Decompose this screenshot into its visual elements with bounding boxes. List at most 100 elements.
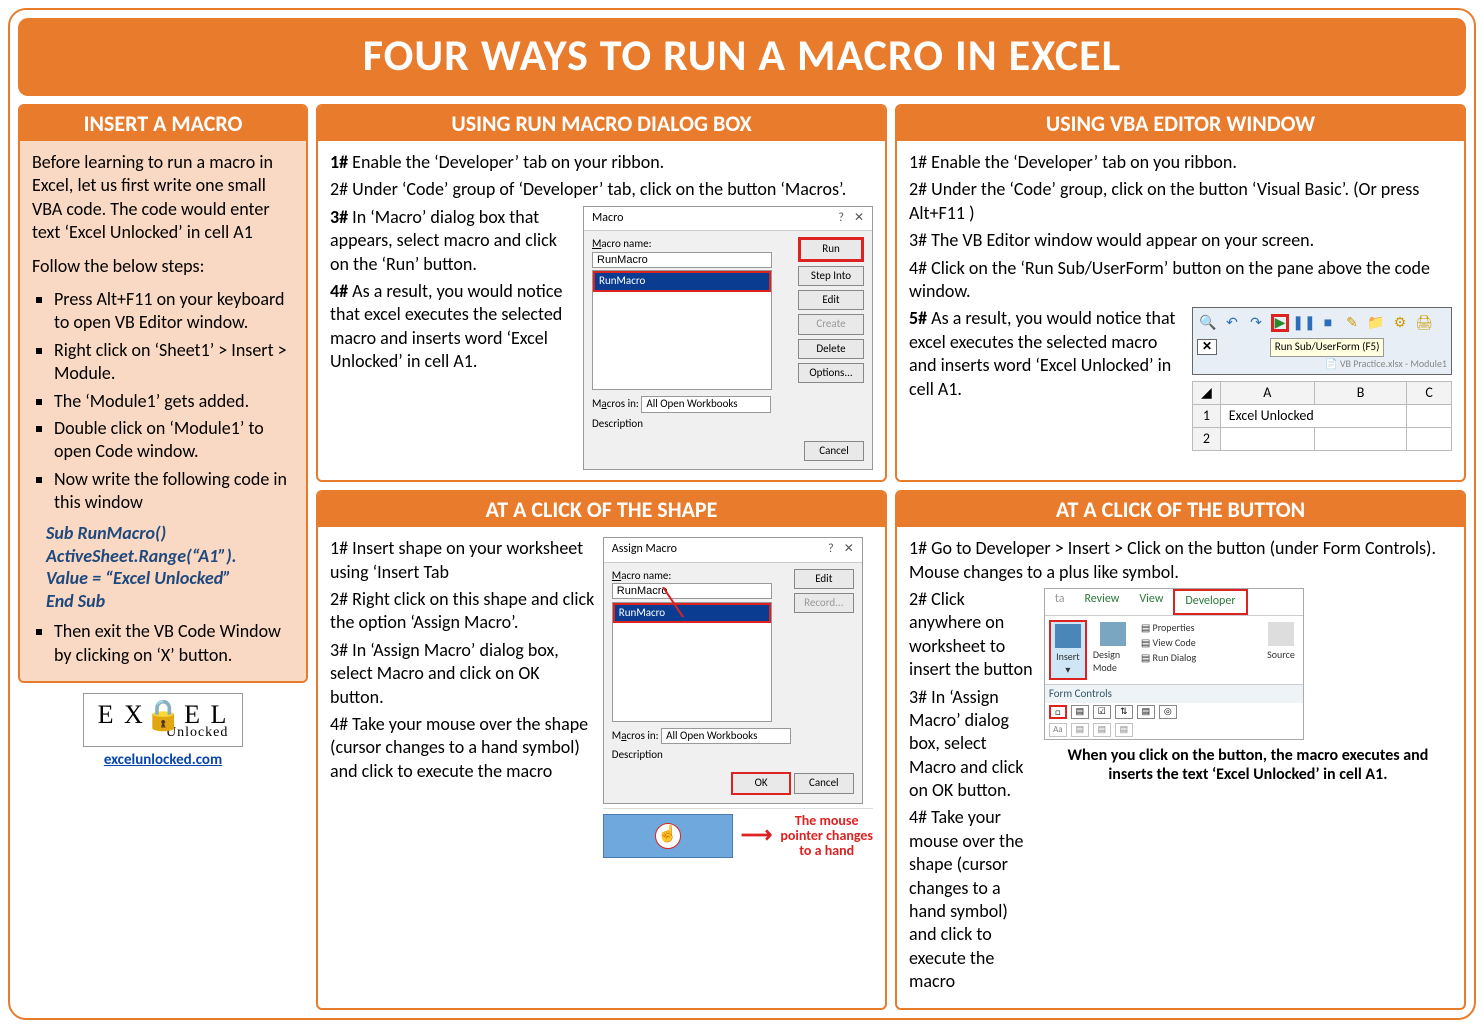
dialog-content: Edit Record... Macro name: RunMacro Macr… (604, 563, 862, 768)
control-icon[interactable]: Aa (1049, 723, 1067, 737)
step: Then exit the VB Code Window by clicking… (54, 620, 294, 667)
tab-view[interactable]: View (1129, 589, 1173, 615)
properties-icon[interactable]: ⚙ (1391, 314, 1409, 332)
panel-body: 1# Enable the ‘Developer’ tab on your ri… (318, 141, 885, 480)
control-icon[interactable]: ▤ (1115, 723, 1133, 737)
cancel-button[interactable]: Cancel (804, 441, 864, 461)
step: Now write the following code in this win… (54, 468, 294, 515)
dialog-footer: Cancel (584, 437, 872, 469)
macro-list-item[interactable]: RunMacro (613, 603, 771, 623)
left-column: INSERT A MACRO Before learning to run a … (18, 104, 308, 1010)
ribbon-props: ▤ Properties ▤ View Code ▤ Run Dialog (1141, 620, 1196, 665)
module-caption: 📄 VB Practice.xlsx - Module1 (1197, 357, 1447, 370)
macros-in-row: Macros in: All Open Workbooks (592, 396, 864, 412)
step-into-button[interactable]: Step Into (798, 266, 864, 286)
tab[interactable]: ta (1045, 589, 1075, 615)
step: 1# Go to Developer > Insert > Click on t… (909, 537, 1452, 584)
button-control-icon[interactable]: □ (1049, 705, 1067, 719)
panel-header: AT A CLICK OF THE SHAPE (318, 492, 885, 527)
main-title: FOUR WAYS TO RUN A MACRO IN EXCEL (18, 18, 1466, 96)
hand-caption: The mouse pointer changes to a hand (780, 813, 873, 859)
control-icon[interactable]: ▤ (1071, 723, 1089, 737)
ok-button[interactable]: OK (731, 772, 791, 794)
vba-toolbar: 🔍 ↶ ↷ ▶ ❚❚ ■ ✎ 📁 ⚙ 🖨 (1192, 307, 1452, 374)
properties-item[interactable]: ▤ Properties (1141, 620, 1196, 635)
worksheet-shape[interactable]: ☝ (603, 814, 733, 858)
run-button[interactable]: Run (798, 237, 864, 261)
developer-ribbon: ta Review View Developer Insert ▾ (1044, 588, 1304, 740)
macros-in-select[interactable]: All Open Workbooks (661, 728, 791, 744)
view-code-item[interactable]: ▤ View Code (1141, 635, 1196, 650)
tab-developer[interactable]: Developer (1173, 589, 1247, 615)
edit-button[interactable]: Edit (794, 569, 854, 589)
undo-icon[interactable]: ↶ (1223, 314, 1241, 332)
close-sub-icon[interactable]: ✕ (1197, 339, 1217, 355)
design-icon[interactable]: ✎ (1343, 314, 1361, 332)
panel-body: 1# Enable the ‘Developer’ tab on you rib… (897, 141, 1464, 480)
dialog-title: Assign Macro (612, 542, 677, 558)
steps-list: Press Alt+F11 on your keyboard to open V… (32, 288, 294, 515)
object-icon[interactable]: 🖨 (1415, 314, 1433, 332)
panel-click-shape: AT A CLICK OF THE SHAPE 1# Insert shape … (316, 490, 887, 1009)
chevron-down-icon: ▾ (1065, 663, 1070, 676)
step: 4# Click on the ‘Run Sub/UserForm’ butto… (909, 257, 1452, 304)
step: 3# In ‘Assign Macro’ dialog box, select … (909, 686, 1036, 803)
macro-listbox[interactable]: RunMacro (612, 602, 772, 722)
cell (1314, 428, 1406, 451)
help-icon[interactable]: ? (828, 542, 834, 558)
run-sub-icon[interactable]: ▶ (1271, 314, 1289, 332)
macros-in-row: Macros in: All Open Workbooks (612, 728, 854, 744)
source-button[interactable]: Source (1263, 620, 1299, 663)
step: 1# Enable the ‘Developer’ tab on your ri… (330, 151, 873, 174)
step: The ‘Module1’ gets added. (54, 390, 294, 413)
insert-button[interactable]: Insert ▾ (1049, 620, 1087, 680)
cell (1407, 404, 1452, 427)
tab-review[interactable]: Review (1074, 589, 1129, 615)
form-controls-label: Form Controls (1045, 684, 1303, 703)
project-icon[interactable]: 📁 (1367, 314, 1385, 332)
result-caption: When you click on the button, the macro … (1044, 746, 1452, 784)
redo-icon[interactable]: ↷ (1247, 314, 1265, 332)
macro-name-input[interactable] (592, 252, 772, 268)
macro-list-item[interactable]: RunMacro (593, 271, 771, 291)
panel-run-dialog: USING RUN MACRO DIALOG BOX 1# Enable the… (316, 104, 887, 482)
combo-control-icon[interactable]: ▤ (1071, 705, 1089, 719)
pause-icon[interactable]: ❚❚ (1295, 314, 1313, 332)
cancel-button[interactable]: Cancel (794, 773, 854, 793)
panel-body: 1# Go to Developer > Insert > Click on t… (897, 527, 1464, 1007)
delete-button[interactable]: Delete (798, 339, 864, 359)
spinner-control-icon[interactable]: ⇅ (1115, 705, 1133, 719)
macros-in-label: Macros in: (612, 729, 659, 742)
panel-click-button: AT A CLICK OF THE BUTTON 1# Go to Develo… (895, 490, 1466, 1009)
listbox-control-icon[interactable]: ▤ (1137, 705, 1155, 719)
text-col: 5# As a result, you would notice that ex… (909, 307, 1184, 451)
find-icon[interactable]: 🔍 (1199, 314, 1217, 332)
macro-name-input[interactable] (612, 583, 772, 599)
close-icon[interactable]: ✕ (854, 211, 864, 227)
follow-text: Follow the below steps: (32, 255, 294, 278)
macros-in-label: Macros in: (592, 397, 639, 410)
corner-cell: ◢ (1193, 381, 1221, 404)
panel-vba-editor: USING VBA EDITOR WINDOW 1# Enable the ‘D… (895, 104, 1466, 482)
help-icon[interactable]: ? (838, 211, 844, 227)
step: Right click on ‘Sheet1’ > Insert > Modul… (54, 339, 294, 386)
options-button[interactable]: Options... (798, 363, 864, 383)
ribbon-illustration: ta Review View Developer Insert ▾ (1044, 588, 1452, 998)
panel-insert-macro: INSERT A MACRO Before learning to run a … (18, 104, 308, 683)
macros-in-select[interactable]: All Open Workbooks (641, 396, 771, 412)
stop-icon[interactable]: ■ (1319, 314, 1337, 332)
site-link[interactable]: excelunlocked.com (18, 751, 308, 769)
close-icon[interactable]: ✕ (844, 542, 854, 558)
titlebar-buttons: ? ✕ (838, 211, 864, 227)
design-mode-button[interactable]: Design Mode (1089, 620, 1137, 676)
checkbox-control-icon[interactable]: ☑ (1093, 705, 1111, 719)
panel-header: USING RUN MACRO DIALOG BOX (318, 106, 885, 141)
run-tooltip: Run Sub/UserForm (F5) (1270, 338, 1385, 356)
macro-listbox[interactable]: RunMacro (592, 270, 772, 390)
control-icon[interactable]: ▤ (1093, 723, 1111, 737)
step: 2# Under ‘Code’ group of ‘Developer’ tab… (330, 178, 873, 201)
run-dialog-item[interactable]: ▤ Run Dialog (1141, 650, 1196, 665)
option-control-icon[interactable]: ◎ (1159, 705, 1177, 719)
edit-button[interactable]: Edit (798, 290, 864, 310)
logo: E X🔒E L Unlocked (83, 693, 244, 747)
